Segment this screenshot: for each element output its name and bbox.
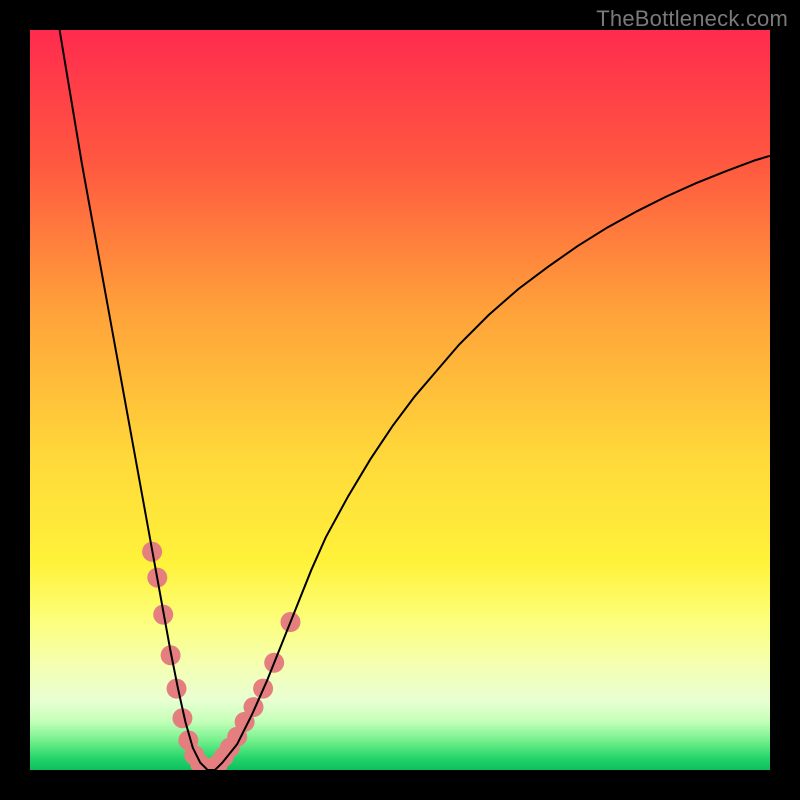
chart-frame: TheBottleneck.com [0,0,800,800]
gradient-background [30,30,770,770]
plot-area [30,30,770,770]
chart-svg [30,30,770,770]
marker-point [243,697,263,717]
watermark-text: TheBottleneck.com [596,6,788,32]
